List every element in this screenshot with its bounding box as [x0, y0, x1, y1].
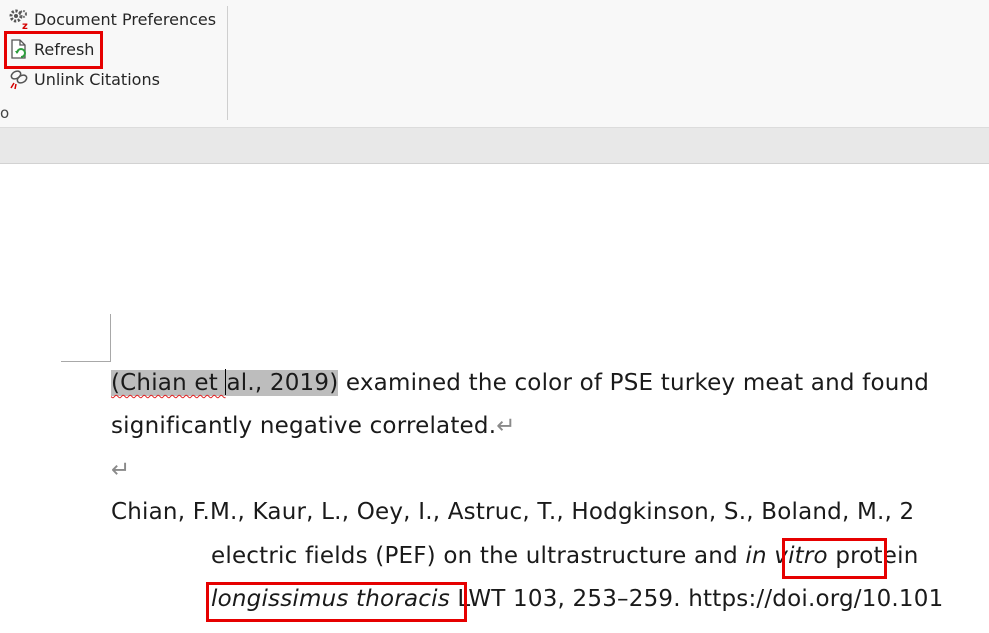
paragraph-2-text: significantly negative correlated. [111, 413, 497, 439]
ribbon-group-label: o [0, 104, 10, 122]
ribbon-separator [227, 6, 228, 120]
ruler-bar [0, 128, 989, 164]
body-paragraph-2[interactable]: significantly negative correlated.↵ [111, 413, 516, 439]
reference-species-italic: longissimus thoracis [211, 586, 450, 612]
citation-field[interactable]: (Chian et al., 2019) [111, 369, 339, 396]
margin-crop-mark-horizontal [61, 361, 110, 362]
reference-line-2-after: protein [827, 543, 919, 569]
reference-line-1-text: Chian, F.M., Kaur, L., Oey, I., Astruc, … [111, 499, 915, 525]
unlink-citations-label: Unlink Citations [34, 69, 160, 89]
svg-text:z: z [22, 21, 28, 30]
body-paragraph-1[interactable]: (Chian et al., 2019) examined the color … [111, 369, 929, 396]
gear-icon: z [8, 8, 30, 32]
unlink-citations-button[interactable]: Unlink Citations [8, 66, 160, 92]
ribbon: z Document Preferences Refresh Unlink Ci… [0, 0, 989, 128]
paragraph-mark: ↵ [111, 457, 131, 483]
refresh-label: Refresh [34, 39, 95, 59]
reference-line-2-before: electric fields (PEF) on the ultrastruct… [211, 543, 746, 569]
reference-line-3[interactable]: longissimus thoracis LWT 103, 253–259. h… [211, 586, 943, 612]
document-page[interactable]: (Chian et al., 2019) examined the color … [0, 164, 989, 633]
document-preferences-button[interactable]: z Document Preferences [8, 6, 216, 32]
margin-crop-mark-vertical [110, 314, 111, 362]
unlink-icon [8, 68, 30, 90]
refresh-button[interactable]: Refresh [8, 36, 94, 62]
empty-paragraph[interactable]: ↵ [111, 457, 130, 483]
refresh-document-icon [8, 38, 30, 60]
reference-line-3-after: LWT 103, 253–259. https://doi.org/10.101 [449, 586, 944, 612]
reference-line-2[interactable]: electric fields (PEF) on the ultrastruct… [211, 543, 919, 569]
paragraph-mark: ↵ [496, 413, 516, 439]
paragraph-1-text: examined the color of PSE turkey meat an… [338, 370, 930, 396]
document-preferences-label: Document Preferences [34, 9, 217, 29]
reference-line-1[interactable]: Chian, F.M., Kaur, L., Oey, I., Astruc, … [111, 499, 914, 525]
reference-in-vitro-italic: in vitro [745, 543, 828, 569]
